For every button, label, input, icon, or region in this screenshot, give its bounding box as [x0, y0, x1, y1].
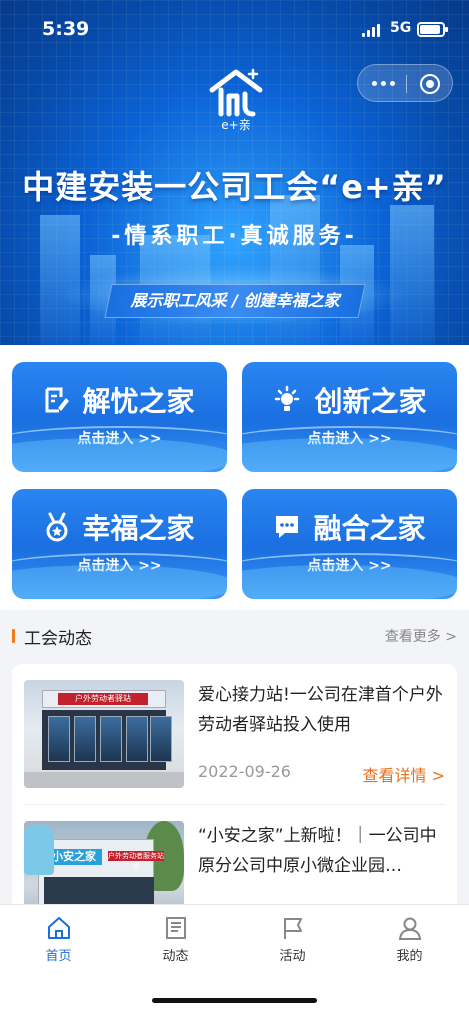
news-icon [165, 917, 186, 939]
battery-icon [417, 22, 448, 37]
slogan-text: 展示职工风采 / 创建幸福之家 [130, 291, 340, 310]
card-title: 解忧之家 [82, 385, 195, 418]
card-xingfu[interactable]: 幸福之家 点击进入 >> [12, 489, 227, 599]
tab-news[interactable]: 动态 [117, 915, 234, 964]
card-enter-link: 点击进入 >> [307, 558, 392, 574]
status-bar: 5:39 5G [0, 0, 469, 56]
news-item[interactable]: 小安之家 户外劳动者服务站点 “小安之家”上新啦！｜一公司中原分公司中原小微企业… [12, 805, 457, 914]
card-chuangxin[interactable]: 创新之家 点击进入 >> [242, 362, 457, 472]
close-target-icon[interactable] [420, 74, 440, 94]
banner-slogan: 展示职工风采 / 创建幸福之家 [104, 284, 366, 318]
section-accent-bar [12, 629, 15, 643]
edit-document-icon [45, 387, 70, 413]
news-date: 2022-09-26 [198, 762, 291, 781]
news-thumbnail: 小安之家 户外劳动者服务站点 [24, 821, 184, 914]
capsule-divider [406, 75, 407, 93]
tab-mine[interactable]: 我的 [351, 915, 468, 964]
more-dots-icon[interactable] [372, 81, 396, 87]
header-banner: 5:39 5G e+亲 中建安装一公司工会“e+亲” -情系职工·真诚服务- 展… [0, 0, 469, 345]
home-icon [47, 917, 70, 939]
tab-label: 首页 [45, 949, 72, 964]
tab-home[interactable]: 首页 [0, 915, 117, 964]
news-title: 爱心接力站!一公司在津首个户外劳动者驿站投入使用 [198, 685, 443, 735]
banner-subtitle: -情系职工·真诚服务- [111, 224, 358, 249]
lightbulb-icon [275, 385, 300, 411]
signal-icon [362, 24, 382, 37]
flag-icon [283, 918, 302, 939]
miniprogram-capsule [357, 64, 453, 102]
card-enter-link: 点击进入 >> [77, 431, 162, 447]
tab-activity[interactable]: 活动 [234, 915, 351, 964]
card-title: 幸福之家 [82, 512, 195, 545]
card-title: 融合之家 [313, 512, 426, 545]
card-enter-link: 点击进入 >> [77, 558, 162, 574]
view-detail-link[interactable]: 查看详情 > [363, 762, 446, 786]
chat-bubble-icon [276, 516, 299, 538]
tab-label: 活动 [279, 949, 306, 964]
app-logo: e+亲 [206, 66, 266, 138]
news-thumbnail: 户外劳动者驿站 [24, 680, 184, 788]
tab-label: 我的 [396, 949, 423, 964]
banner-title: 中建安装一公司工会“e+亲” [22, 168, 447, 206]
news-list: 户外劳动者驿站 爱心接力站!一公司在津首个户外劳动者驿站投入使用 2022-09… [12, 664, 457, 914]
home-indicator [152, 998, 317, 1003]
card-title: 创新之家 [314, 385, 427, 418]
thumb-sign-text: 小安之家 [46, 849, 102, 865]
network-label: 5G [390, 20, 412, 36]
card-enter-link: 点击进入 >> [307, 431, 392, 447]
entry-card-grid: 解忧之家 点击进入 >> 创新之家 点击进入 >> 幸福之家 点击进入 >> 融… [0, 345, 469, 610]
card-ronghe[interactable]: 融合之家 点击进入 >> [242, 489, 457, 599]
thumb-sign-text: 户外劳动者服务站点 [108, 851, 164, 870]
news-section-title: 工会动态 [24, 629, 92, 649]
tab-label: 动态 [162, 949, 189, 964]
card-jieyou[interactable]: 解忧之家 点击进入 >> [12, 362, 227, 472]
status-time: 5:39 [42, 18, 90, 40]
logo-text: e+亲 [221, 118, 251, 132]
house-logo-icon [209, 68, 263, 117]
user-icon [398, 917, 421, 940]
news-section-header: 工会动态 查看更多 > [0, 610, 469, 660]
news-title: “小安之家”上新啦！｜一公司中原分公司中原小微企业园… [198, 826, 437, 876]
news-item[interactable]: 户外劳动者驿站 爱心接力站!一公司在津首个户外劳动者驿站投入使用 2022-09… [12, 664, 457, 804]
medal-icon [46, 512, 68, 542]
thumb-sign-text: 户外劳动者驿站 [58, 693, 148, 705]
view-more-link[interactable]: 查看更多 > [385, 626, 457, 646]
